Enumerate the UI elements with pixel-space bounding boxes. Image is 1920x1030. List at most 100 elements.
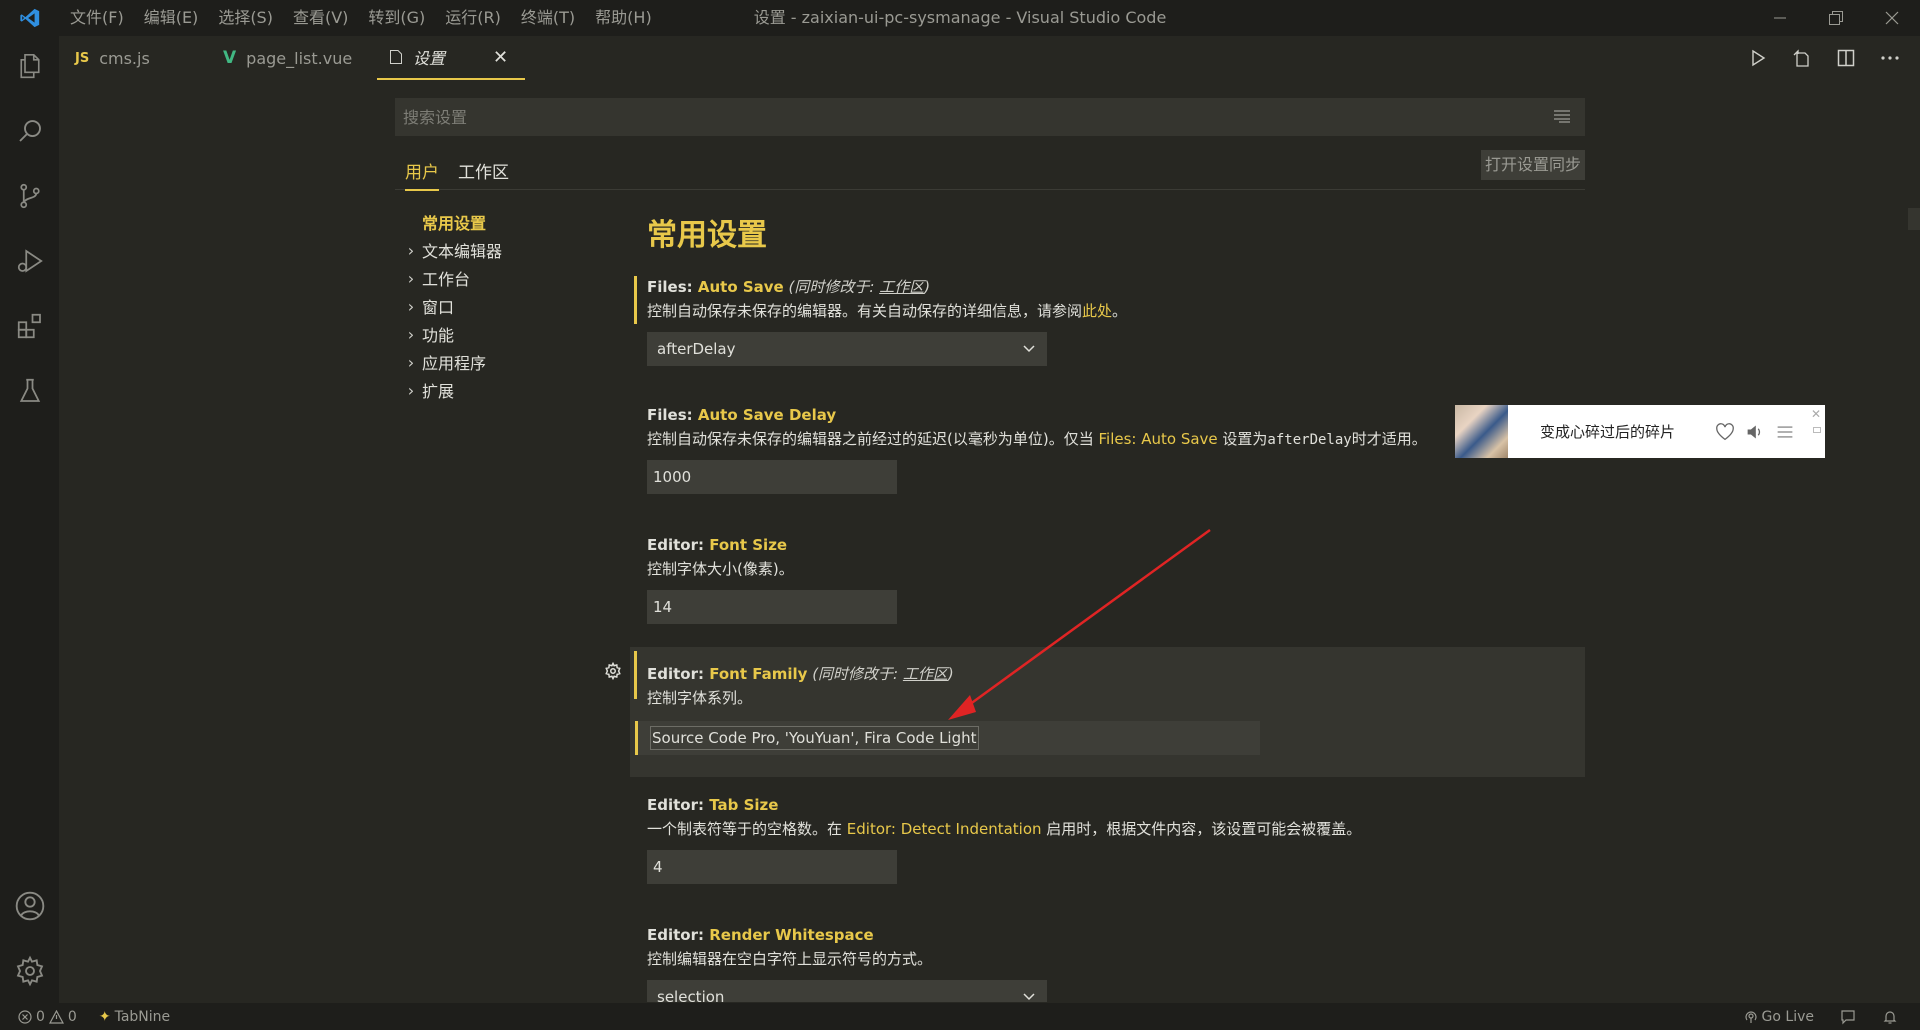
tab-cms-js[interactable]: JS cms.js	[75, 36, 150, 80]
tab-workspace[interactable]: 工作区	[458, 158, 509, 189]
toc-item-label: 功能	[422, 326, 455, 345]
setting-title: Files: Auto Save Delay	[647, 406, 837, 424]
modified-in-workspace-link[interactable]: 工作区	[903, 665, 948, 683]
notifications-bell-icon[interactable]	[1882, 1009, 1898, 1025]
chevron-right-icon: ›	[407, 352, 415, 372]
tab-size-input[interactable]: 4	[647, 850, 897, 884]
menu-edit[interactable]: 编辑(E)	[134, 0, 209, 36]
toc-item-commonly-used[interactable]: 常用设置	[400, 208, 502, 236]
setting-editor-font-family: Editor: Font Family (同时修改于: 工作区) 控制字体系列。…	[630, 647, 1585, 777]
testing-flask-icon[interactable]	[0, 361, 59, 421]
toc-item-extensions[interactable]: › 扩展	[400, 376, 502, 404]
activity-bar	[0, 36, 59, 1003]
chevron-right-icon: ›	[407, 380, 415, 400]
search-icon[interactable]	[0, 101, 59, 161]
editor-tabs: JS cms.js V page_list.vue 设置 ✕	[59, 36, 1920, 80]
setting-files-auto-save-delay: Files: Auto Save Delay 控制自动保存未保存的编辑器之前经过…	[630, 402, 1585, 512]
toc-item-features[interactable]: › 功能	[400, 320, 502, 348]
vue-file-icon: V	[223, 48, 237, 68]
font-family-value: Source Code Pro, 'YouYuan', Fira Code Li…	[650, 726, 979, 750]
scrollbar-thumb[interactable]	[1908, 208, 1920, 230]
setting-description: 控制自动保存未保存的编辑器。有关自动保存的详细信息，请参阅此处。	[647, 302, 1128, 320]
chevron-down-icon	[1023, 345, 1035, 353]
auto-save-select[interactable]: afterDelay	[647, 332, 1047, 366]
setting-title: Files: Auto Save (同时修改于: 工作区)	[647, 278, 931, 296]
menu-go[interactable]: 转到(G)	[358, 0, 435, 36]
description-link[interactable]: 此处	[1082, 302, 1112, 320]
menu-help[interactable]: 帮助(H)	[585, 0, 662, 36]
setting-editor-font-size: Editor: Font Size 控制字体大小(像素)。 14	[630, 532, 1585, 642]
modified-in-workspace-link[interactable]: 工作区	[879, 278, 924, 296]
open-settings-json-icon[interactable]	[1790, 46, 1814, 70]
auto-save-delay-input[interactable]: 1000	[647, 460, 897, 494]
tab-user[interactable]: 用户	[405, 158, 439, 191]
chevron-down-icon	[1023, 993, 1035, 1001]
menu-terminal[interactable]: 终端(T)	[511, 0, 585, 36]
extensions-icon[interactable]	[0, 296, 59, 356]
description-link[interactable]: Editor: Detect Indentation	[847, 820, 1042, 838]
more-actions-icon[interactable]	[1878, 46, 1902, 70]
js-file-icon: JS	[75, 50, 90, 66]
setting-editor-tab-size: Editor: Tab Size 一个制表符等于的空格数。在 Editor: D…	[630, 792, 1585, 902]
status-bar: 0 0 ✦ TabNine Go Live	[0, 1003, 1920, 1030]
run-icon[interactable]	[1746, 46, 1770, 70]
setting-title: Editor: Font Size	[647, 536, 788, 554]
close-window-button[interactable]	[1864, 0, 1920, 36]
feedback-icon[interactable]	[1840, 1009, 1856, 1025]
render-whitespace-select[interactable]: selection	[647, 980, 1047, 1002]
settings-search-box	[395, 98, 1585, 136]
search-input[interactable]	[403, 107, 1503, 127]
setting-gear-icon[interactable]	[604, 661, 622, 684]
tab-settings[interactable]: 设置 ✕	[377, 36, 525, 80]
toc-item-application[interactable]: › 应用程序	[400, 348, 502, 376]
menu-file[interactable]: 文件(F)	[60, 0, 134, 36]
title-bar: 文件(F) 编辑(E) 选择(S) 查看(V) 转到(G) 运行(R) 终端(T…	[0, 0, 1920, 36]
manage-gear-icon[interactable]	[0, 941, 59, 1001]
filter-list-icon[interactable]	[1553, 108, 1571, 128]
editor-actions	[1746, 36, 1902, 80]
menu-bar: 文件(F) 编辑(E) 选择(S) 查看(V) 转到(G) 运行(R) 终端(T…	[60, 0, 662, 36]
toc-item-workbench[interactable]: › 工作台	[400, 264, 502, 292]
setting-files-auto-save: Files: Auto Save (同时修改于: 工作区) 控制自动保存未保存的…	[630, 272, 1585, 382]
menu-run[interactable]: 运行(R)	[435, 0, 511, 36]
setting-description: 控制字体系列。	[647, 689, 753, 707]
account-icon[interactable]	[0, 876, 59, 936]
menu-view[interactable]: 查看(V)	[283, 0, 358, 36]
broadcast-icon	[1744, 1010, 1757, 1023]
minimize-button[interactable]	[1752, 0, 1808, 36]
volume-icon[interactable]	[1745, 423, 1765, 441]
restore-icon[interactable]	[1813, 427, 1821, 433]
toc-item-text-editor[interactable]: › 文本编辑器	[400, 236, 502, 264]
setting-title: Editor: Font Family (同时修改于: 工作区)	[647, 665, 954, 683]
tabnine-label: TabNine	[114, 1008, 171, 1025]
sparkle-icon: ✦	[98, 1008, 111, 1025]
run-debug-icon[interactable]	[0, 231, 59, 291]
heart-icon[interactable]	[1715, 422, 1735, 441]
description-link[interactable]: Files: Auto Save	[1098, 430, 1217, 448]
problems-indicator[interactable]: 0 0	[18, 1009, 77, 1025]
toc-item-window[interactable]: › 窗口	[400, 292, 502, 320]
font-family-input[interactable]: Source Code Pro, 'YouYuan', Fira Code Li…	[635, 721, 1260, 755]
tabnine-status[interactable]: ✦ TabNine	[99, 1009, 170, 1025]
warning-icon	[48, 1009, 64, 1024]
setting-title: Editor: Tab Size	[647, 796, 779, 814]
close-icon[interactable]: ✕	[493, 47, 508, 68]
split-editor-icon[interactable]	[1834, 46, 1858, 70]
toc-item-label: 扩展	[422, 382, 455, 401]
error-icon	[18, 1009, 32, 1024]
explorer-icon[interactable]	[0, 36, 59, 96]
restore-button[interactable]	[1808, 0, 1864, 36]
go-live-button[interactable]: Go Live	[1744, 1009, 1814, 1025]
playlist-icon[interactable]	[1775, 423, 1795, 441]
setting-description: 控制编辑器在空白字符上显示符号的方式。	[647, 950, 933, 968]
setting-editor-render-whitespace: Editor: Render Whitespace 控制编辑器在空白字符上显示符…	[630, 922, 1585, 1002]
tab-page-list-vue[interactable]: V page_list.vue	[223, 36, 352, 80]
menu-selection[interactable]: 选择(S)	[208, 0, 283, 36]
section-title: 常用设置	[647, 218, 767, 253]
settings-sync-button[interactable]: 打开设置同步	[1480, 150, 1585, 180]
font-size-input[interactable]: 14	[647, 590, 897, 624]
chevron-right-icon: ›	[407, 240, 415, 260]
tab-label: page_list.vue	[246, 48, 353, 68]
source-control-icon[interactable]	[0, 166, 59, 226]
close-icon[interactable]: ✕	[1811, 407, 1821, 421]
